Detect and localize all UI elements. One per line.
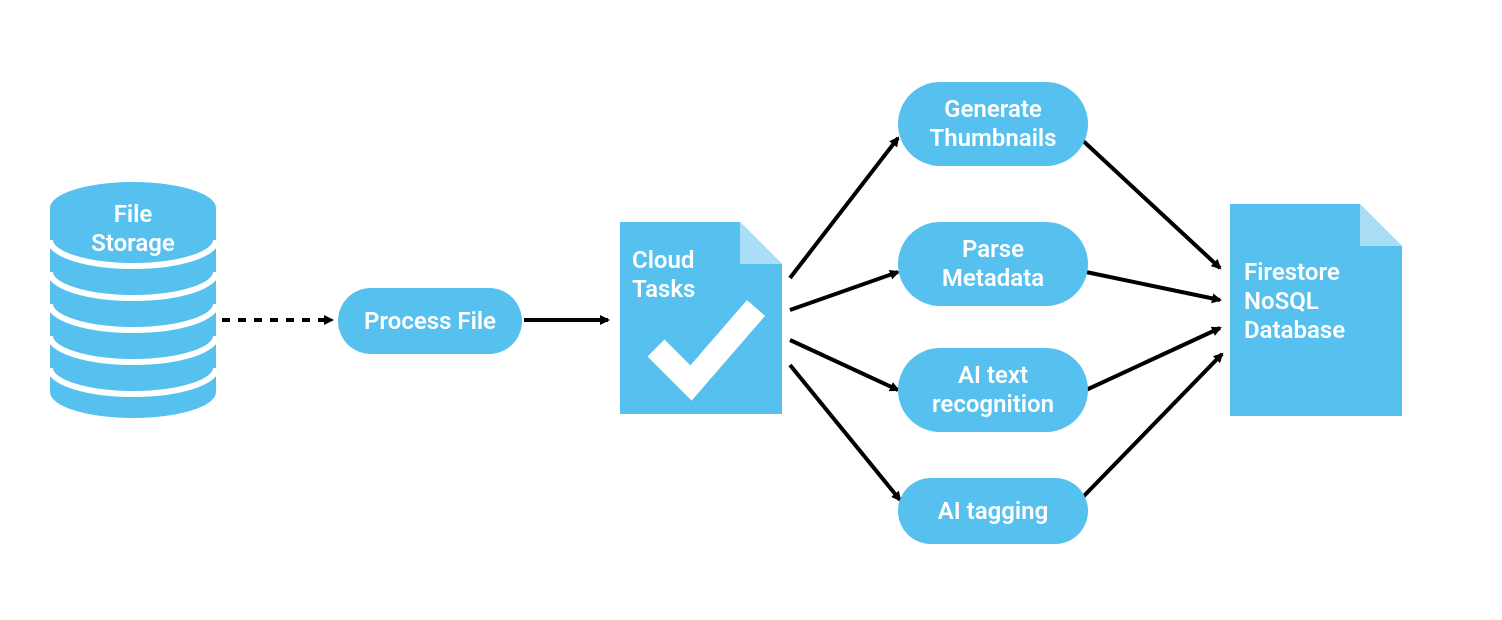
node-file-storage-label: File Storage [53, 200, 213, 258]
edge-cloud-ai-tagging [790, 365, 900, 500]
node-ai-tagging-label: AI tagging [938, 497, 1048, 526]
node-process-file: Process File [338, 288, 522, 354]
node-ai-text-recognition: AI text recognition [898, 348, 1088, 432]
node-ai-tagging: AI tagging [898, 478, 1088, 544]
edge-ai-tagging-firestore [1080, 354, 1222, 500]
node-firestore: Firestore NoSQL Database [1226, 200, 1406, 420]
node-file-storage: File Storage [48, 180, 218, 410]
node-generate-thumbnails: Generate Thumbnails [898, 82, 1088, 166]
edge-cloud-metadata [790, 272, 898, 310]
node-parse-metadata-label: Parse Metadata [942, 235, 1044, 293]
node-process-file-label: Process File [364, 307, 496, 336]
node-generate-thumbnails-label: Generate Thumbnails [930, 95, 1057, 153]
node-firestore-label: Firestore NoSQL Database [1244, 258, 1345, 344]
diagram-canvas: File Storage Process File Cloud Tasks Ge… [0, 0, 1502, 620]
edge-cloud-ai-text [790, 340, 898, 390]
node-cloud-tasks: Cloud Tasks [616, 218, 786, 418]
node-parse-metadata: Parse Metadata [898, 222, 1088, 306]
edge-ai-text-firestore [1086, 328, 1220, 390]
edge-cloud-thumbnails [790, 138, 898, 278]
node-ai-text-recognition-label: AI text recognition [932, 361, 1054, 419]
node-cloud-tasks-label: Cloud Tasks [632, 246, 695, 304]
edge-thumbnails-firestore [1080, 138, 1220, 268]
edge-metadata-firestore [1086, 272, 1220, 300]
